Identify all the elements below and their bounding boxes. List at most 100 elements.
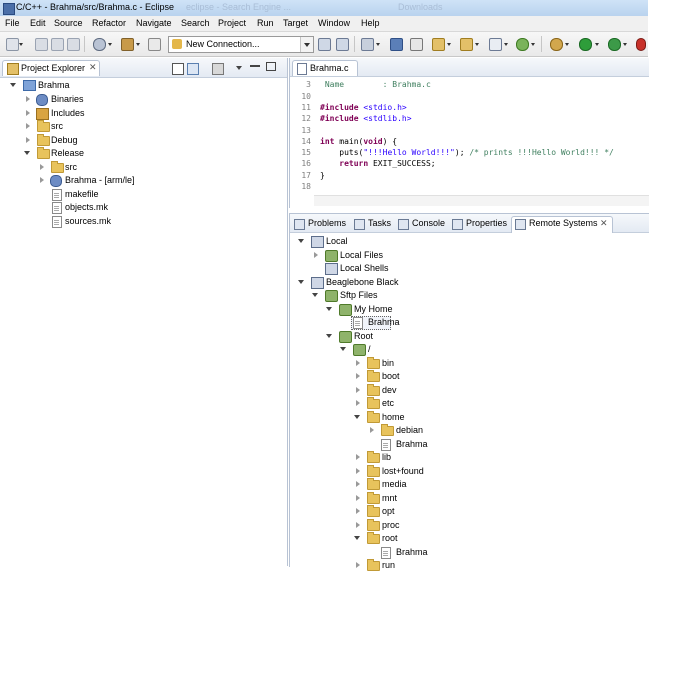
line-number: 18 — [301, 182, 311, 191]
editor-view: Brahma.c 3 Name : Brahma.c 10 11 #include <… — [289, 58, 649, 208]
chevron-down-icon[interactable] — [300, 37, 313, 52]
code-line[interactable]: 11 #include <stdio.h> — [290, 103, 649, 114]
expand-arrow-icon[interactable] — [340, 347, 346, 351]
collapse-arrow-icon[interactable] — [370, 427, 374, 433]
new-dropdown-icon[interactable] — [19, 43, 23, 46]
expand-arrow-icon[interactable] — [298, 239, 304, 243]
close-icon[interactable]: ✕ — [89, 62, 97, 73]
close-icon[interactable]: ✕ — [600, 218, 608, 229]
tab-brahma-c[interactable]: Brahma.c — [292, 60, 358, 76]
code-line[interactable]: 18 — [290, 182, 649, 193]
run-icon[interactable] — [579, 38, 592, 51]
collapse-arrow-icon[interactable] — [26, 123, 30, 129]
minimize-icon[interactable] — [250, 65, 260, 67]
run-dropdown-icon[interactable] — [595, 43, 599, 46]
new-class-icon[interactable] — [489, 38, 502, 51]
horizontal-scrollbar[interactable] — [314, 195, 649, 206]
menu-project[interactable]: Project — [218, 18, 246, 28]
refresh-icon[interactable] — [516, 38, 529, 51]
open-folder-icon[interactable] — [432, 38, 445, 51]
expand-arrow-icon[interactable] — [326, 306, 332, 311]
menu-run[interactable]: Run — [257, 18, 274, 28]
save-icon[interactable] — [35, 38, 48, 51]
code-line[interactable]: 13 — [290, 126, 649, 137]
edit-pencil-icon[interactable] — [410, 38, 423, 51]
menu-edit[interactable]: Edit — [30, 18, 46, 28]
menu-navigate[interactable]: Navigate — [136, 18, 172, 28]
collapse-arrow-icon[interactable] — [356, 481, 360, 487]
code-line[interactable]: 12 #include <stdlib.h> — [290, 114, 649, 125]
menu-target[interactable]: Target — [283, 18, 308, 28]
expand-arrow-icon[interactable] — [24, 151, 30, 155]
collapse-arrow-icon[interactable] — [356, 400, 360, 406]
collapse-arrow-icon[interactable] — [356, 562, 360, 568]
debug-dropdown-icon[interactable] — [565, 43, 569, 46]
menu-source[interactable]: Source — [54, 18, 83, 28]
tree-item-label: / — [368, 344, 371, 354]
debug-config-icon[interactable] — [148, 38, 161, 51]
terminal-icon[interactable] — [390, 38, 403, 51]
collapse-arrow-icon[interactable] — [356, 521, 360, 528]
code-line[interactable]: 3 Name : Brahma.c — [290, 80, 649, 91]
menu-search[interactable]: Search — [181, 18, 210, 28]
tab-remote-systems[interactable]: Remote Systems ✕ — [511, 216, 613, 233]
expand-arrow-icon[interactable] — [298, 279, 304, 284]
toggle-dropdown-icon[interactable] — [376, 43, 380, 46]
code-line[interactable]: 16 return EXIT_SUCCESS; — [290, 159, 649, 170]
collapse-arrow-icon[interactable] — [356, 373, 360, 379]
menu-help[interactable]: Help — [361, 18, 380, 28]
collapse-arrow-icon[interactable] — [26, 110, 30, 116]
class-dropdown-icon[interactable] — [504, 43, 508, 46]
collapse-arrow-icon[interactable] — [356, 467, 360, 474]
hammer-dropdown-icon[interactable] — [136, 43, 140, 46]
menu-window[interactable]: Window — [318, 18, 350, 28]
collapse-arrow-icon[interactable] — [356, 359, 360, 366]
expand-arrow-icon[interactable] — [326, 333, 332, 338]
code-line[interactable]: 15 puts("!!!Hello World!!!"); /* prints … — [290, 148, 649, 159]
view-menu-chevron-icon[interactable] — [236, 66, 242, 70]
collapse-arrow-icon[interactable] — [356, 508, 360, 514]
save-all-icon[interactable] — [51, 38, 64, 51]
expand-arrow-icon[interactable] — [354, 414, 360, 419]
code-line[interactable]: 10 — [290, 92, 649, 103]
hammer-icon[interactable] — [121, 38, 134, 51]
tab-project-explorer[interactable]: Project Explorer ✕ — [2, 60, 100, 76]
link-with-editor-icon[interactable] — [187, 63, 199, 75]
collapse-arrow-icon[interactable] — [356, 494, 360, 501]
collapse-arrow-icon[interactable] — [314, 251, 318, 258]
code-line[interactable]: 17} — [290, 171, 649, 182]
connection-select[interactable]: New Connection... — [168, 36, 314, 53]
gear-build-icon[interactable] — [93, 38, 106, 51]
collapse-arrow-icon[interactable] — [26, 137, 30, 143]
code-line[interactable]: 14 int main(void) { — [290, 137, 649, 148]
collapse-arrow-icon[interactable] — [26, 96, 30, 102]
debug-bug-icon[interactable] — [550, 38, 563, 51]
external-tools-icon[interactable] — [608, 38, 621, 51]
expand-arrow-icon[interactable] — [312, 293, 318, 297]
menu-file[interactable]: File — [5, 18, 20, 28]
view-menu-icon[interactable] — [212, 63, 224, 75]
new-icon[interactable] — [6, 38, 19, 51]
refresh-dropdown-icon[interactable] — [531, 43, 535, 46]
new-folder-dropdown-icon[interactable] — [475, 43, 479, 46]
collapse-arrow-icon[interactable] — [356, 386, 360, 393]
external-dropdown-icon[interactable] — [623, 43, 627, 46]
expand-arrow-icon[interactable] — [10, 83, 16, 87]
folder-open-icon — [367, 532, 380, 544]
toggle-view-icon[interactable] — [361, 38, 374, 51]
collapse-arrow-icon[interactable] — [40, 177, 44, 183]
print-icon[interactable] — [67, 38, 80, 51]
connect-icon[interactable] — [318, 38, 331, 51]
shell-icon — [325, 263, 338, 275]
stop-icon[interactable] — [636, 38, 646, 51]
collapse-arrow-icon[interactable] — [356, 454, 360, 460]
new-folder-icon[interactable] — [460, 38, 473, 51]
folder-dropdown-icon[interactable] — [447, 43, 451, 46]
build-dropdown-icon[interactable] — [108, 43, 112, 46]
collapse-all-icon[interactable] — [172, 63, 184, 75]
menu-refactor[interactable]: Refactor — [92, 18, 126, 28]
disconnect-icon[interactable] — [336, 38, 349, 51]
maximize-icon[interactable] — [266, 62, 276, 71]
expand-arrow-icon[interactable] — [354, 536, 360, 540]
collapse-arrow-icon[interactable] — [40, 164, 44, 170]
